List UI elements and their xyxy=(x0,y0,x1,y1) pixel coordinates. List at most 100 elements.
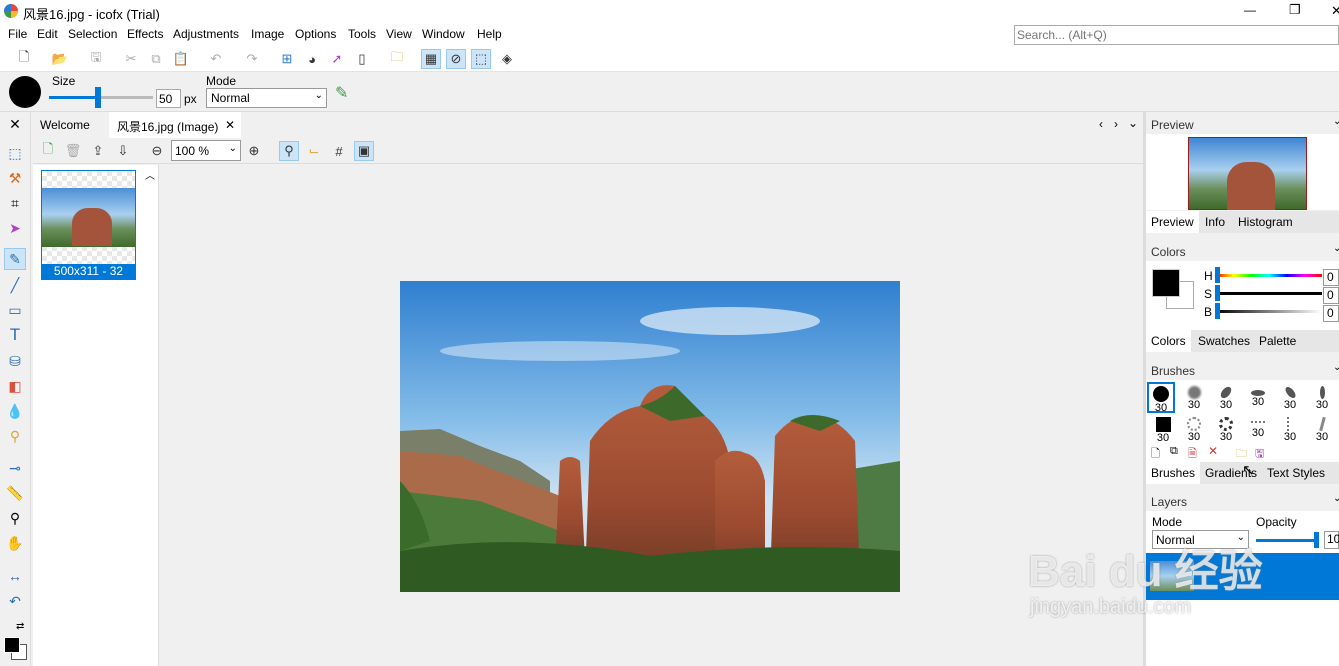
delete-brush-icon[interactable]: ✕ xyxy=(1208,444,1218,458)
cursor-icon[interactable]: ➚ xyxy=(327,49,347,69)
landscape-image[interactable] xyxy=(400,281,900,592)
layers-icon[interactable]: ◈ xyxy=(497,49,517,69)
saturation-thumb[interactable] xyxy=(1215,285,1220,301)
hue-value[interactable]: 0 xyxy=(1323,269,1339,286)
brightness-slider[interactable] xyxy=(1216,310,1322,313)
saturation-slider[interactable] xyxy=(1216,292,1322,295)
tab-preview[interactable]: Preview xyxy=(1146,211,1199,233)
fill-bucket-icon[interactable]: ⛁ xyxy=(4,350,26,372)
menu-image[interactable]: Image xyxy=(251,27,284,41)
menu-window[interactable]: Window xyxy=(422,27,465,41)
color-foreground-swatch[interactable] xyxy=(1152,269,1180,297)
chevron-down-icon[interactable]: ⌄ xyxy=(1333,243,1339,254)
move-icon[interactable]: ➤ xyxy=(4,217,26,239)
antialias-icon[interactable]: ✎ xyxy=(335,83,348,103)
brush-item[interactable]: 30 xyxy=(1212,417,1240,443)
zoom-out-icon[interactable]: ⊖ xyxy=(147,141,167,161)
browse-icon[interactable]: 🗀 xyxy=(387,49,407,69)
brush-item[interactable]: 30 xyxy=(1244,417,1272,439)
search-input[interactable] xyxy=(1014,25,1339,45)
size-slider-thumb[interactable] xyxy=(95,87,101,108)
canvas-area[interactable] xyxy=(159,165,1143,666)
brightness-thumb[interactable] xyxy=(1215,303,1220,319)
brush-item[interactable]: 30 xyxy=(1276,417,1304,443)
rulers-icon[interactable]: ⌙ xyxy=(304,141,324,161)
zoom-in-icon[interactable]: ⊕ xyxy=(244,141,264,161)
text-icon[interactable]: T xyxy=(4,324,26,346)
copy-icon[interactable]: ⧉ xyxy=(146,49,166,69)
tab-brushes[interactable]: Brushes xyxy=(1146,462,1201,484)
tab-palette[interactable]: Palette xyxy=(1259,334,1296,348)
chevron-down-icon[interactable]: ⌄ xyxy=(1333,362,1339,373)
new-frame-icon[interactable]: 🗋 xyxy=(38,141,58,161)
minimize-button[interactable]: — xyxy=(1244,3,1256,17)
brush-item[interactable]: 30 xyxy=(1149,417,1177,444)
export-frame-icon[interactable]: ⇩ xyxy=(113,141,133,161)
ruler-icon[interactable]: 📏 xyxy=(4,482,26,504)
swap-colors-icon[interactable]: ⇄ xyxy=(16,621,24,632)
blur-drop-icon[interactable]: 💧 xyxy=(4,400,26,422)
tab-list-icon[interactable]: ⌄ xyxy=(1128,116,1138,130)
saturation-value[interactable]: 0 xyxy=(1323,287,1339,304)
menu-effects[interactable]: Effects xyxy=(127,27,163,41)
fit-window-icon[interactable]: ▣ xyxy=(354,141,374,161)
hue-slider[interactable] xyxy=(1216,274,1322,277)
brightness-value[interactable]: 0 xyxy=(1323,305,1339,322)
tab-colors[interactable]: Colors xyxy=(1146,330,1191,352)
brush-item[interactable]: 30 xyxy=(1308,384,1336,411)
scroll-up-icon[interactable]: ︿ xyxy=(145,167,155,182)
hue-thumb[interactable] xyxy=(1215,267,1220,283)
frame-thumbnail[interactable]: 500x311 - 32 xyxy=(41,170,136,280)
tab-info[interactable]: Info xyxy=(1205,215,1225,229)
new-file-icon[interactable]: 🗋 xyxy=(14,49,34,69)
open-folder-icon[interactable]: 📂 xyxy=(50,49,70,69)
save-icon[interactable]: 🖫 xyxy=(86,49,106,69)
zoom-icon[interactable]: ⚲ xyxy=(4,507,26,529)
menu-options[interactable]: Options xyxy=(295,27,336,41)
close-icon[interactable]: ✕ xyxy=(4,113,26,135)
size-value-input[interactable] xyxy=(156,89,181,108)
mobile-icon[interactable]: ▯ xyxy=(352,49,372,69)
opacity-slider[interactable] xyxy=(1256,539,1318,542)
zoom-select[interactable]: 100 % ⌄ xyxy=(171,140,241,161)
grid-icon[interactable]: # xyxy=(329,141,349,161)
close-button[interactable]: ✕ xyxy=(1331,3,1339,19)
paste-icon[interactable]: 📋 xyxy=(171,49,191,69)
chevron-down-icon[interactable]: ⌄ xyxy=(1333,493,1339,504)
crop-icon[interactable]: ⌗ xyxy=(4,192,26,214)
redo-icon[interactable]: ↷ xyxy=(242,49,262,69)
foreground-color-swatch[interactable] xyxy=(4,637,20,653)
menu-adjustments[interactable]: Adjustments xyxy=(173,27,239,41)
tab-scroll-right-icon[interactable]: › xyxy=(1114,117,1118,131)
delete-frame-icon[interactable]: 🗑 xyxy=(63,141,83,161)
eraser-icon[interactable]: ◧ xyxy=(4,375,26,397)
brush-tool-icon[interactable]: ✎ xyxy=(4,248,26,270)
apple-icon[interactable]: ◕ xyxy=(302,49,322,69)
zoom-tool-icon[interactable]: ⚲ xyxy=(279,141,299,161)
checkerboard-icon[interactable]: ▦ xyxy=(421,49,441,69)
menu-selection[interactable]: Selection xyxy=(68,27,117,41)
tab-text-styles[interactable]: Text Styles xyxy=(1267,466,1325,480)
brush-item[interactable]: 30 xyxy=(1308,416,1336,443)
magic-wand-icon[interactable]: ⚒ xyxy=(4,167,26,189)
tab-welcome[interactable]: Welcome xyxy=(40,118,90,132)
brush-item[interactable]: 30 xyxy=(1180,417,1208,443)
brush-item[interactable]: 30 xyxy=(1147,382,1175,414)
hide-icon[interactable]: ⊘ xyxy=(446,49,466,69)
tab-swatches[interactable]: Swatches xyxy=(1198,334,1250,348)
import-frame-icon[interactable]: ⇪ xyxy=(88,141,108,161)
maximize-button[interactable]: ❐ xyxy=(1289,2,1301,18)
opacity-thumb[interactable] xyxy=(1314,532,1319,548)
chevron-down-icon[interactable]: ⌄ xyxy=(1333,116,1339,127)
brush-item[interactable]: 30 xyxy=(1180,384,1208,411)
menu-tools[interactable]: Tools xyxy=(348,27,376,41)
brush-item[interactable]: 30 xyxy=(1212,384,1240,411)
tab-document[interactable]: 风景16.jpg (Image) ✕ xyxy=(109,112,241,138)
mode-select[interactable]: Normal ⌄ xyxy=(206,88,327,108)
size-slider[interactable] xyxy=(49,87,153,108)
undo-icon[interactable]: ↶ xyxy=(206,49,226,69)
menu-help[interactable]: Help xyxy=(477,27,502,41)
dodge-icon[interactable]: ⚲ xyxy=(4,425,26,447)
menu-file[interactable]: File xyxy=(8,27,27,41)
tab-histogram[interactable]: Histogram xyxy=(1238,215,1293,229)
